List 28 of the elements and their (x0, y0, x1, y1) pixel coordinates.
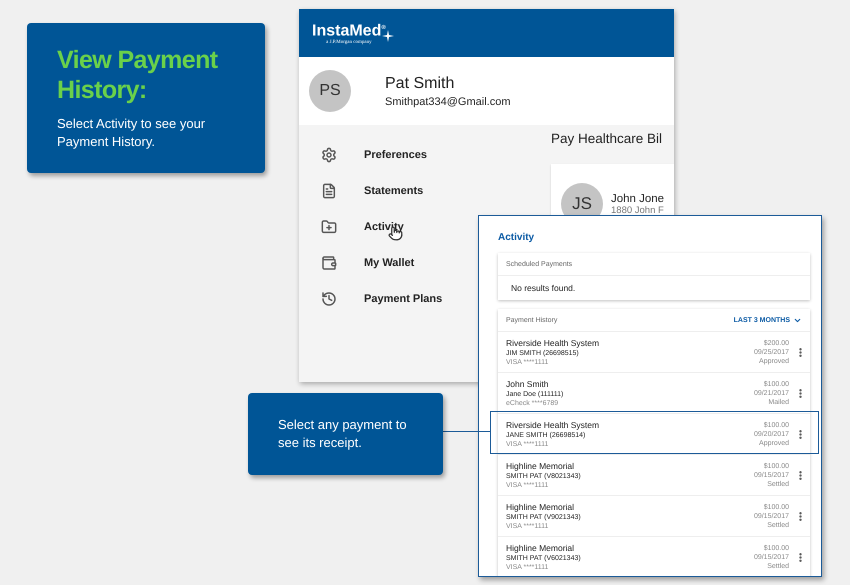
wallet-icon (321, 255, 337, 271)
page-title: Pay Healthcare Bil (551, 131, 664, 148)
account-name: John Jone (611, 192, 664, 204)
payee-name: Highline Memorial (506, 502, 576, 512)
gear-icon (321, 147, 337, 163)
account-address: 1880 John F (611, 204, 664, 216)
logo-text: InstaMed$^{®}$ (312, 21, 386, 40)
callout-text: Select any payment to see its receipt. (278, 416, 408, 452)
sidebar-item[interactable]: Statements (299, 173, 430, 209)
empty-message: No results found. (510, 282, 576, 295)
payee-name: John Smith (506, 378, 550, 390)
history-icon (321, 291, 337, 307)
sidebar-item[interactable]: Payment Plans (299, 281, 448, 317)
panel-title: Activity (498, 232, 536, 243)
folder-plus-icon (321, 219, 337, 235)
profile-name: Pat Smith (385, 74, 456, 94)
sidebar-item[interactable]: Preferences (299, 137, 433, 173)
payee-name: Riverside Health System (506, 338, 600, 348)
payee-name: Highline Memorial (506, 542, 576, 554)
payee-name: Riverside Health System (506, 420, 600, 430)
document-icon (321, 183, 337, 199)
sparkle-icon (382, 30, 394, 42)
avatar-initials: PS (309, 70, 351, 112)
callout-text: Select Activity to see your Payment History. (57, 115, 206, 151)
profile-email: Smithpat334@Gmail.com (385, 96, 510, 108)
callout-title: View Payment History: (57, 45, 219, 105)
sidebar-item[interactable]: My Wallet (299, 245, 420, 281)
payee-name: Highline Memorial (506, 460, 576, 472)
